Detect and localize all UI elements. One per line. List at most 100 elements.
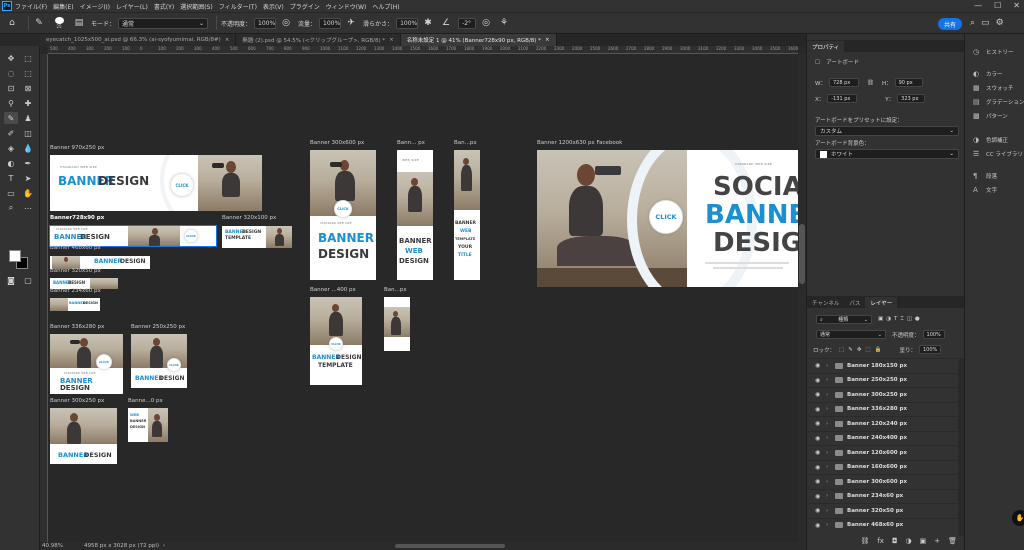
pressure-opacity-icon[interactable]: ◎ [280,17,292,29]
layer-row[interactable]: ◉ › Banner 320x50 px [807,503,957,517]
crop-tool-icon[interactable]: ⊡ [4,82,18,94]
layer-row[interactable]: ◉ › Banner 240x400 px [807,430,957,445]
menu-edit[interactable]: 編集(E) [53,2,73,11]
bg-color-select[interactable]: ホワイト ⌄ [815,149,959,159]
layer-filter-icons[interactable]: ▣◑T⌶◫● [878,316,923,323]
artboard-240x400[interactable]: CLICK BANNER DESIGN TEMPLATE [310,297,362,385]
link-layers-icon[interactable]: ⛓ [860,537,869,545]
layer-filter-select[interactable]: ⌕ 種類 ⌄ [816,315,872,324]
fx-icon[interactable]: fx [877,537,884,545]
workspace-icon[interactable]: ▭ [981,18,990,28]
tab-paths[interactable]: パス [844,297,865,308]
tab-untitled-2[interactable]: 無題 (2).psd @ 54.5% (<クリップグループ>, RGB/8) *… [236,34,401,46]
artboard-label[interactable]: Banner 300x250 px [50,398,104,404]
zoom-tool-icon[interactable]: ⌕ [4,202,18,214]
status-chevron-icon[interactable]: › [163,543,165,549]
airbrush-icon[interactable]: ✈ [345,17,357,29]
flow-input[interactable]: 100% [319,17,342,29]
tab-untitled-1[interactable]: 名称未設定 1 @ 41% (Banner728x90 px, RGB/8) *… [400,34,557,46]
layer-row[interactable]: ◉ › Banner 120x600 px [807,445,957,459]
eye-icon[interactable]: ◉ [815,435,823,442]
eye-icon[interactable]: ◉ [815,362,823,369]
artboard-label[interactable]: Banner 336x280 px [50,324,104,330]
side-panel-8[interactable]: A 文字 [973,186,997,194]
search-icon[interactable]: ⌕ [970,18,975,28]
artboard-label[interactable]: Banner 320x50 px [50,268,101,274]
pen-tool-icon[interactable]: ✒ [21,157,35,169]
menu-help[interactable]: ヘルプ(H) [372,2,399,11]
side-panel-5[interactable]: ◑ 色調補正 [973,136,1008,144]
eyedropper-tool-icon[interactable]: ⚲ [4,97,18,109]
menu-plugins[interactable]: プラグイン [290,2,320,11]
move-tool-icon[interactable]: ✥ [4,52,18,64]
mode-select[interactable]: 通常 ⌄ [118,17,209,29]
preset-select[interactable]: カスタム ⌄ [815,126,959,136]
artboard-320x100[interactable]: BANNER DESIGN TEMPLATE [222,226,292,248]
artboard-180x150[interactable]: WEB BANNER DESIGN [128,408,168,442]
artboard-label[interactable]: Banner 234x60 px [50,288,101,294]
artboard-label[interactable]: Banner 250x250 px [131,324,185,330]
pressure-size-icon[interactable]: ◎ [480,17,492,29]
height-input[interactable]: 90 px [894,78,923,87]
blur-tool-icon[interactable]: 💧 [21,142,35,154]
tab-channels[interactable]: チャンネル [807,297,844,308]
artboard-120x240[interactable] [384,297,410,351]
artboard-label[interactable]: Bann... px [397,140,425,146]
artboard-label-selected[interactable]: Banner728x90 px [50,215,104,221]
settings-icon[interactable]: ⚙ [996,18,1004,28]
screen-mode-icon[interactable]: ▢ [21,274,35,286]
artboard-160x600[interactable]: WEB SIZE BANNER WEB DESIGN [397,150,433,280]
layer-row[interactable]: ◉ › Banner 180x150 px [807,358,957,372]
eye-icon[interactable]: ◉ [815,478,823,485]
eye-icon[interactable]: ◉ [815,522,823,529]
angle-input[interactable]: -2° [458,17,477,29]
new-layer-icon[interactable]: + [934,537,940,545]
menu-layer[interactable]: レイヤー(L) [116,2,148,11]
artboard-250x250[interactable]: CLICK BANNER DESIGN [131,334,187,388]
smoothing-input[interactable]: 100% [396,17,419,29]
new-group-icon[interactable]: ▣ [920,537,927,545]
horizontal-scroll-thumb[interactable] [395,544,505,548]
layer-row[interactable]: ◉ › Banner 250x250 px [807,372,957,387]
brush-tool-icon[interactable]: ✎ [4,112,18,124]
symmetry-icon[interactable]: ⚘ [498,17,510,29]
artboard-728x90[interactable]: STANDARD WEB SIZE BANNER DESIGN CLICK [49,225,217,247]
artboard-336x280[interactable]: CLICK STANDARD WEB SIZE BANNER DESIGN [50,334,123,394]
brush-settings-icon[interactable]: ▤ [73,17,85,29]
blend-mode-select[interactable]: 通常 ⌄ [816,330,886,339]
artboard-300x600[interactable]: CLICK STANDARD WEB SIZE BANNER DESIGN [310,150,376,280]
chevron-right-icon[interactable]: › [826,479,832,485]
layer-row[interactable]: ◉ › Banner 234x60 px [807,488,957,503]
menu-file[interactable]: ファイル(F) [15,2,47,11]
eye-icon[interactable]: ◉ [815,493,823,500]
eye-icon[interactable]: ◉ [815,449,823,456]
width-input[interactable]: 728 px [828,78,859,87]
chevron-right-icon[interactable]: › [826,450,832,456]
y-input[interactable]: 323 px [897,94,926,103]
opacity-input[interactable]: 100% [254,17,277,29]
path-select-icon[interactable]: ➤ [21,172,35,184]
chevron-right-icon[interactable]: › [826,363,832,369]
lasso-tool-icon[interactable]: ◌ [4,67,18,79]
artboard-facebook-1200x630[interactable]: CLICK STANDARD WEB SIZE SOCIAL BANNER DE… [537,150,798,287]
side-panel-6[interactable]: ☰ CC ライブラリ [973,150,1023,158]
eye-icon[interactable]: ◉ [815,420,823,427]
add-mask-icon[interactable]: ◘ [892,537,898,545]
layer-row[interactable]: ◉ › Banner 300x250 px [807,387,957,401]
minimize-button[interactable]: — [974,1,982,10]
brush-tool-icon[interactable]: ✎ [33,17,45,29]
maximize-button[interactable]: ☐ [994,1,1001,10]
artboard-label[interactable]: Banne...0 px [128,398,163,404]
close-button[interactable]: ✕ [1013,1,1020,10]
artboard-label[interactable]: Banner 300x600 px [310,140,364,146]
more-tools-icon[interactable]: ⋯ [21,202,35,214]
eye-icon[interactable]: ◉ [815,377,823,384]
shape-tool-icon[interactable]: ▭ [4,187,18,199]
share-button[interactable]: 共有 [938,18,962,30]
layer-row[interactable]: ◉ › Banner 120x240 px [807,416,957,430]
zoom-level[interactable]: 40.98% [42,543,78,549]
adjustment-layer-icon[interactable]: ◑ [906,537,912,545]
history-brush-icon[interactable]: ✐ [4,127,18,139]
eye-icon[interactable]: ◉ [815,507,823,514]
menu-filter[interactable]: フィルター(T) [219,2,257,11]
